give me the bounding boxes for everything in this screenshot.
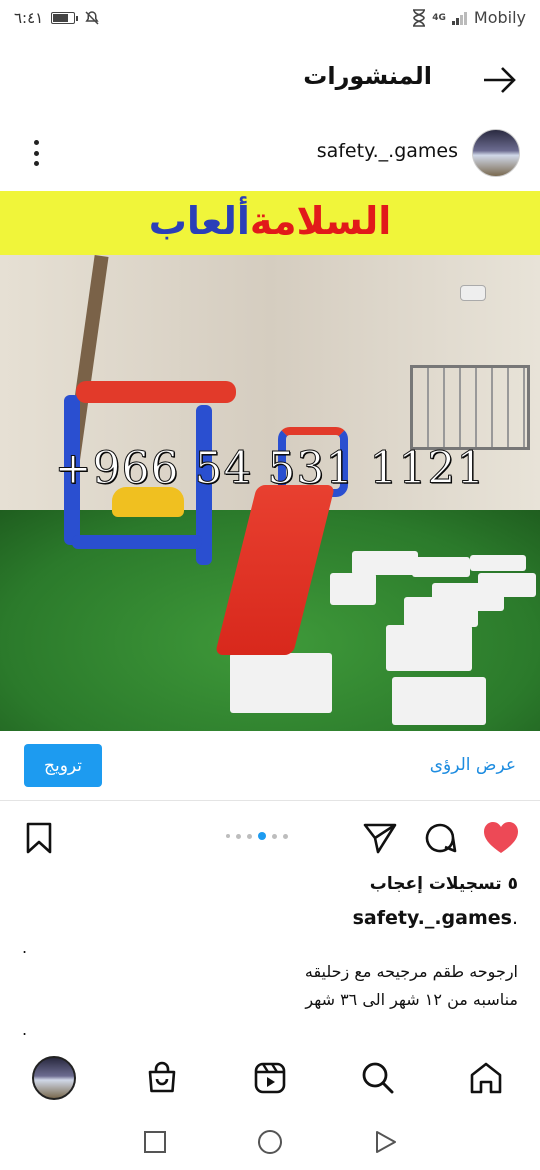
stepping-tile xyxy=(352,551,418,575)
carousel-indicator xyxy=(226,832,288,840)
bookmark-icon xyxy=(26,822,52,854)
stepping-tile xyxy=(412,557,470,577)
clock: ٦:٤١ xyxy=(14,9,44,27)
home-icon xyxy=(470,1062,502,1094)
carousel-dot xyxy=(247,833,252,839)
more-options-button[interactable] xyxy=(24,138,48,168)
recents-icon xyxy=(144,1131,166,1153)
stepping-tile xyxy=(478,573,536,597)
stepping-tile xyxy=(386,625,472,671)
promote-row: ترويج عرض الرؤى xyxy=(0,731,540,801)
home-circle-icon xyxy=(258,1130,282,1154)
stepping-tile xyxy=(392,677,486,725)
hourglass-icon xyxy=(413,8,426,27)
status-left: ٦:٤١ xyxy=(14,9,101,27)
wall-rack xyxy=(410,365,530,450)
post-image[interactable]: السلامةألعاب +966 54 531 1121 xyxy=(0,191,540,731)
nav-reels[interactable] xyxy=(247,1055,293,1101)
back-button[interactable] xyxy=(480,64,520,96)
signal-icon xyxy=(451,11,467,25)
more-dot xyxy=(33,161,39,166)
back-triangle-icon xyxy=(376,1131,396,1153)
security-camera xyxy=(460,285,486,301)
stepping-tile xyxy=(230,653,332,713)
post-actions xyxy=(0,812,540,862)
reels-icon xyxy=(254,1062,286,1094)
caption-text: ارجوحه طقم مرجيحه مع زحليقه مناسبه من ١٢… xyxy=(18,958,518,1014)
swing-base xyxy=(72,535,202,549)
page-title: المنشورات xyxy=(303,62,432,90)
promote-button[interactable]: ترويج xyxy=(24,744,102,787)
carousel-dot xyxy=(226,834,230,838)
save-button[interactable] xyxy=(22,820,58,856)
nav-shop[interactable] xyxy=(139,1055,185,1101)
caption-line: .safety._.games xyxy=(352,907,518,929)
status-bar: ٦:٤١ 4G Mobily xyxy=(0,0,540,38)
like-button[interactable] xyxy=(482,820,518,856)
more-dot xyxy=(33,150,39,156)
profile-avatar xyxy=(32,1056,76,1100)
network-type: 4G xyxy=(432,12,446,23)
banner-logo-text: السلامةألعاب xyxy=(148,199,392,243)
caption-line-2: مناسبه من ١٢ شهر الى ٣٦ شهر xyxy=(305,990,518,1009)
caption-line-1: ارجوحه طقم مرجيحه مع زحليقه xyxy=(304,962,518,981)
back-system-button[interactable] xyxy=(370,1127,400,1157)
view-insights-link[interactable]: عرض الرؤى xyxy=(430,755,516,775)
share-button[interactable] xyxy=(362,820,398,856)
more-dot xyxy=(33,140,39,145)
carrier-name: Mobily xyxy=(473,8,526,27)
carousel-dot xyxy=(236,833,241,839)
status-right: 4G Mobily xyxy=(412,8,526,27)
carousel-dot-active xyxy=(258,832,266,840)
comment-icon xyxy=(425,823,457,853)
arrow-right-icon xyxy=(484,67,516,93)
heart-filled-icon xyxy=(484,822,518,853)
playground-photo: +966 54 531 1121 xyxy=(0,255,540,731)
post-author-row: safety._.games xyxy=(0,124,540,182)
post-banner: السلامةألعاب xyxy=(0,191,540,255)
system-navigation xyxy=(0,1115,540,1170)
caption-dot: . xyxy=(22,938,28,957)
swing-frame xyxy=(76,381,236,403)
carousel-dot xyxy=(272,833,277,839)
mute-icon xyxy=(85,11,99,25)
nav-search[interactable] xyxy=(355,1055,401,1101)
send-icon xyxy=(363,823,397,854)
phone-watermark: +966 54 531 1121 xyxy=(54,443,486,495)
carousel-dot xyxy=(283,833,288,839)
battery-icon xyxy=(51,12,79,24)
bottom-navigation xyxy=(0,1047,540,1107)
nav-profile[interactable] xyxy=(31,1055,77,1101)
author-username[interactable]: safety._.games xyxy=(317,140,458,162)
home-system-button[interactable] xyxy=(255,1127,285,1157)
search-icon xyxy=(362,1062,394,1094)
stepping-tile xyxy=(330,573,376,605)
recents-button[interactable] xyxy=(140,1127,170,1157)
caption-dot: . xyxy=(22,1020,28,1039)
shop-icon xyxy=(148,1061,176,1093)
author-avatar[interactable] xyxy=(472,129,520,177)
likes-count[interactable]: ٥ تسجيلات إعجاب xyxy=(370,874,518,894)
stepping-tile xyxy=(470,555,526,571)
nav-home[interactable] xyxy=(463,1055,509,1101)
top-header: المنشورات xyxy=(0,48,540,112)
comment-button[interactable] xyxy=(422,820,458,856)
caption-username[interactable]: safety._.games xyxy=(353,907,512,929)
